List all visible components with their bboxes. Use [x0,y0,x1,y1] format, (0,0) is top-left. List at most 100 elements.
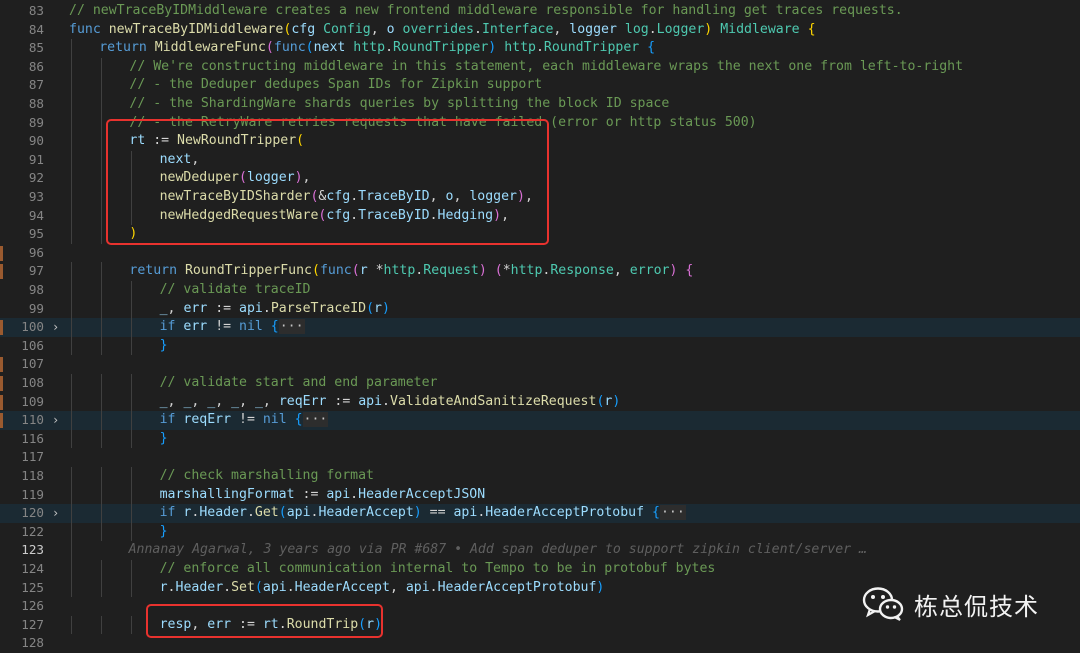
line-number: 91 [28,151,44,167]
code-token: { [294,412,303,428]
indent-guide [71,281,72,300]
code-line[interactable]: 96 [0,244,1080,263]
indent-guide [101,299,103,319]
code-token: _ [231,393,240,409]
code-line[interactable]: 109 _, _, _, _, _, reqErr := api.Validate… [0,392,1080,412]
indent-guide [101,578,103,598]
code-line[interactable]: 88 // - the ShardingWare shards queries b… [0,95,1080,114]
code-token: != [215,319,240,335]
code-token: nil [239,319,271,335]
code-token: Response [550,263,614,279]
code-token: . [167,579,176,595]
line-number: 120 [21,505,44,521]
code-token: http [504,40,536,56]
code-token: ) [382,300,390,316]
code-token: r [159,579,168,595]
code-token: // validate traceID [159,282,311,297]
indent-guide [101,169,103,188]
code-text: // check marshalling format [160,467,374,486]
code-token: := [302,486,327,502]
indent-guide [71,57,72,77]
indent-guide [131,429,133,449]
indent-guide [101,225,103,244]
code-token: Get [254,505,279,521]
line-number: 90 [28,133,44,149]
code-token: _ [159,300,168,316]
indent-guide [131,299,133,319]
indent-guide [131,578,133,598]
fold-chevron-icon[interactable]: › [52,504,64,523]
indent-guide [131,411,133,430]
code-token: . [350,486,359,502]
code-token: := [215,300,240,316]
code-text: if r.Header.Get(api.HeaderAccept) == api… [160,504,686,523]
code-token: ( [265,40,274,56]
indent-guide [71,467,72,486]
code-token: Interface [481,21,554,37]
fold-chevron-icon[interactable]: › [52,411,64,430]
code-token: Request [423,263,479,279]
code-token: == [421,505,454,521]
code-line[interactable]: 106} [0,336,1080,356]
code-line[interactable]: 118 // check marshalling format [0,467,1080,486]
line-number: 85 [28,40,44,56]
folded-ellipsis[interactable]: ··· [302,412,329,428]
code-token: * [375,263,384,279]
code-line[interactable]: 107 [0,355,1080,374]
code-token: ( [254,579,263,595]
code-line[interactable]: 99 _, err := api.ParseTraceID(r) [0,299,1080,319]
code-text: if reqErr != nil {··· [160,411,329,430]
line-number: 94 [28,207,44,223]
code-token: ( [278,505,287,521]
code-editor[interactable]: 83 // newTraceByIDMiddleware creates a ne… [0,0,1080,652]
indent-guide [101,188,103,207]
code-line[interactable]: 120 › if r.Header.Get(api.HeaderAccept) ==… [0,504,1080,523]
code-line[interactable]: 97 return RoundTripperFunc(func(r *http.R… [0,262,1080,281]
code-token: http [383,263,416,279]
code-line[interactable]: 87 // - the Deduper dedupes Span IDs for … [0,76,1080,95]
code-line[interactable]: 123 Annanay Agarwal, 3 years ago via PR … [0,541,1080,560]
code-token: HeaderAcceptProtobuf [437,579,597,595]
indent-guide [101,504,103,523]
code-line[interactable]: 84 func newTraceByIDMiddleware(cfg Config… [0,21,1080,40]
code-line[interactable]: 110 › if reqErr != nil {··· [0,411,1080,430]
code-line[interactable]: 122} [0,522,1080,542]
folded-ellipsis[interactable]: ··· [659,505,686,521]
code-token: . [535,40,544,56]
code-line[interactable]: 100 › if err != nil {··· [0,318,1080,337]
code-token: , [370,21,387,37]
code-token: logger [569,21,625,37]
line-number: 118 [21,468,44,483]
code-line[interactable]: 119 marshallingFormat := api.HeaderAccept… [0,485,1080,505]
code-line[interactable]: 98 // validate traceID [0,281,1080,300]
code-line[interactable]: 108 // validate start and end parameter [0,374,1080,393]
code-token: cfg [291,21,324,37]
indent-guide [71,188,72,207]
indent-guide [101,76,103,95]
code-line[interactable]: 86 // We're constructing middleware in th… [0,57,1080,77]
code-text: // - the ShardingWare shards queries by … [129,95,669,114]
code-text: // newTraceByIDMiddleware creates a new … [69,2,903,21]
code-token: ( [494,263,503,279]
code-token: , [613,263,630,279]
indent-guide [71,522,72,542]
fold-chevron-icon[interactable]: › [52,318,64,337]
indent-guide [71,262,72,281]
code-token: { [270,319,279,335]
indent-guide [71,411,72,430]
code-line[interactable]: 116} [0,429,1080,449]
code-token: api [262,579,287,595]
code-token: reqErr [183,412,239,428]
code-line[interactable]: 117 [0,448,1080,467]
code-line[interactable]: 85 return MiddlewareFunc(func(next http.R… [0,39,1080,58]
code-line[interactable]: 124 // enforce all communication internal… [0,560,1080,579]
indent-guide [101,57,103,77]
code-line[interactable]: 83 // newTraceByIDMiddleware creates a ne… [0,2,1080,21]
folded-ellipsis[interactable]: ··· [278,319,305,335]
line-number: 119 [21,486,44,502]
indent-guide [131,615,133,635]
code-token: return [129,263,185,279]
code-token: RoundTripper [543,40,640,56]
